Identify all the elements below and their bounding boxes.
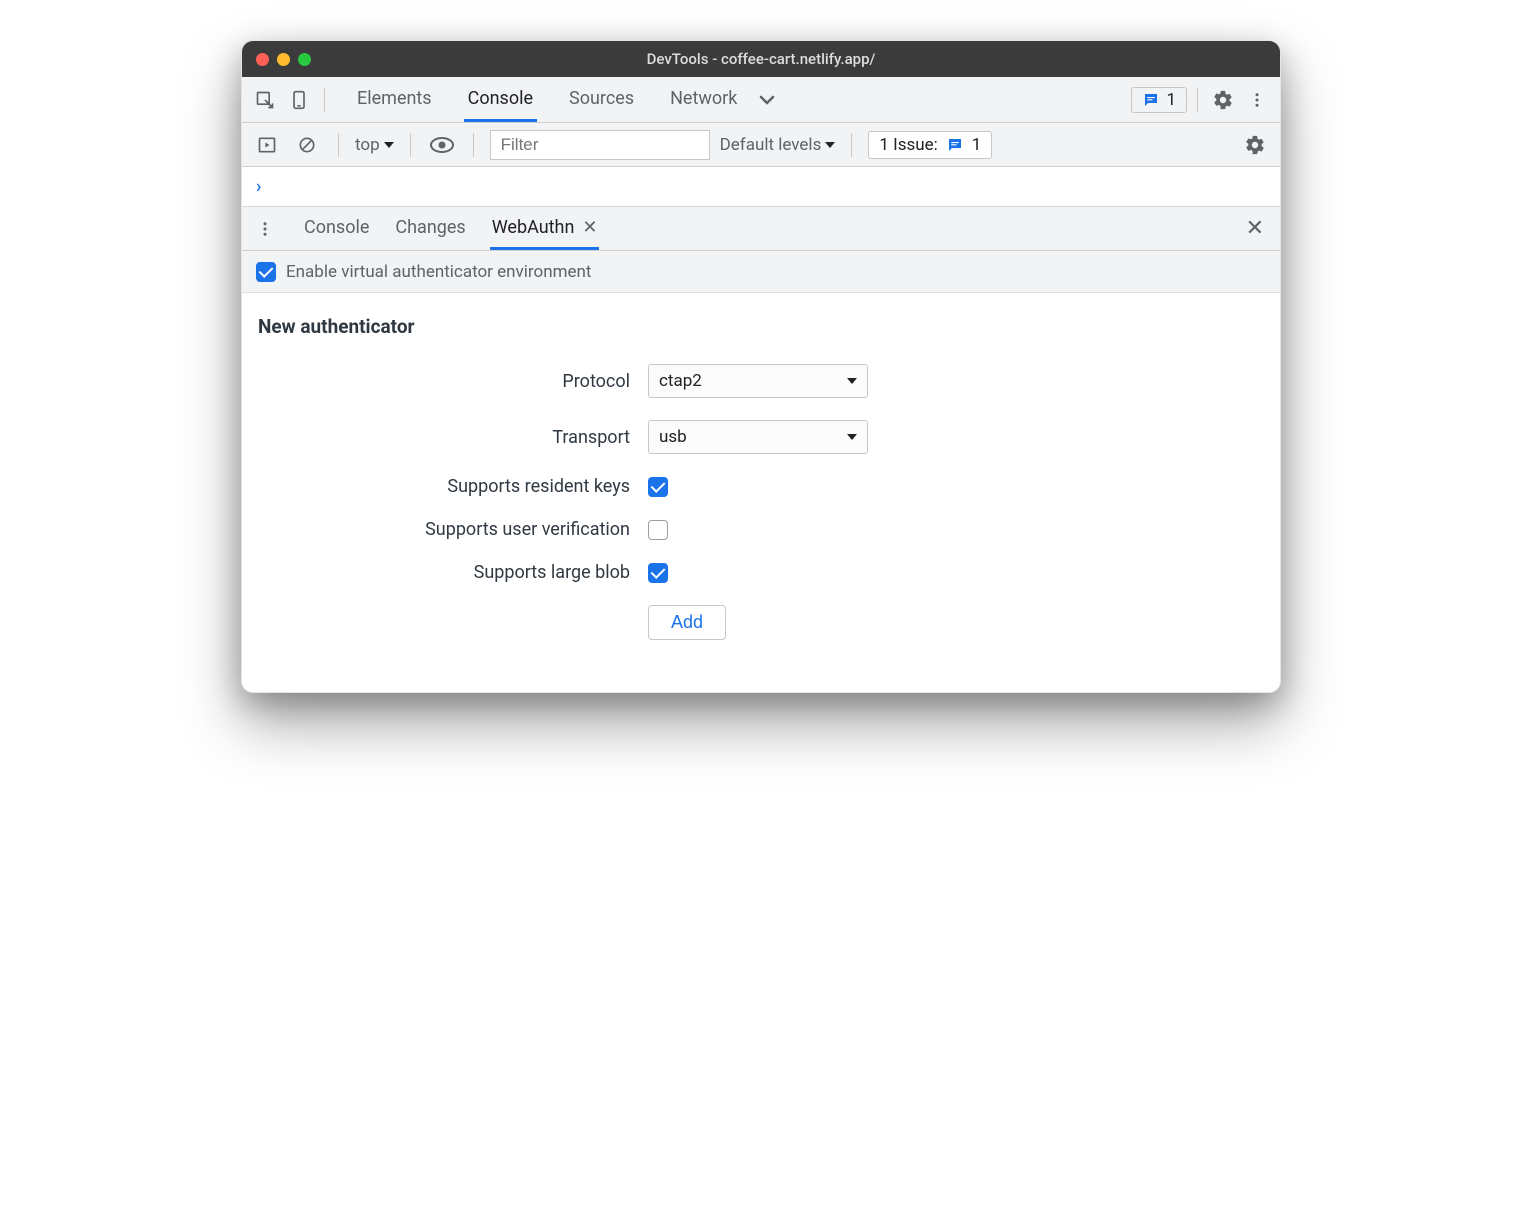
issues-badge[interactable]: 1 bbox=[1131, 87, 1187, 113]
tab-elements[interactable]: Elements bbox=[353, 77, 436, 122]
caret-down-icon bbox=[825, 142, 835, 148]
issues-chip[interactable]: 1 Issue: 1 bbox=[868, 131, 992, 159]
large-blob-row: Supports large blob bbox=[258, 562, 1264, 583]
minimize-window-button[interactable] bbox=[277, 53, 290, 66]
enable-virtual-authenticator-checkbox[interactable] bbox=[256, 262, 276, 282]
close-window-button[interactable] bbox=[256, 53, 269, 66]
chat-icon bbox=[946, 136, 964, 154]
protocol-label: Protocol bbox=[258, 371, 648, 392]
log-levels-label: Default levels bbox=[720, 135, 822, 155]
tab-sources[interactable]: Sources bbox=[565, 77, 638, 122]
user-verification-label: Supports user verification bbox=[258, 519, 648, 540]
close-tab-icon[interactable]: ✕ bbox=[582, 217, 597, 238]
enable-virtual-authenticator-label: Enable virtual authenticator environment bbox=[286, 262, 591, 282]
drawer-tabs: Console Changes WebAuthn ✕ ✕ bbox=[242, 207, 1280, 251]
user-verification-checkbox[interactable] bbox=[648, 520, 668, 540]
transport-row: Transport usb bbox=[258, 420, 1264, 454]
tab-console[interactable]: Console bbox=[464, 77, 537, 122]
issues-chip-text: 1 Issue: bbox=[879, 135, 937, 155]
drawer-tab-webauthn[interactable]: WebAuthn ✕ bbox=[490, 207, 600, 250]
add-button-row: Add bbox=[258, 605, 1264, 640]
chat-icon bbox=[1142, 91, 1160, 109]
new-authenticator-heading: New authenticator bbox=[258, 315, 1264, 338]
live-expression-icon[interactable] bbox=[427, 130, 457, 160]
inspect-element-icon[interactable] bbox=[250, 85, 280, 115]
device-toggle-icon[interactable] bbox=[284, 85, 314, 115]
webauthn-panel: New authenticator Protocol ctap2 Transpo… bbox=[242, 293, 1280, 692]
protocol-row: Protocol ctap2 bbox=[258, 364, 1264, 398]
caret-down-icon bbox=[384, 142, 394, 148]
main-tabs: Elements Console Sources Network bbox=[353, 77, 741, 122]
drawer-tab-console[interactable]: Console bbox=[302, 207, 371, 250]
console-prompt-icon: › bbox=[256, 176, 261, 197]
divider bbox=[324, 88, 325, 112]
divider bbox=[410, 133, 411, 157]
enable-virtual-authenticator-row: Enable virtual authenticator environment bbox=[242, 251, 1280, 293]
divider bbox=[851, 133, 852, 157]
toggle-sidebar-icon[interactable] bbox=[252, 130, 282, 160]
drawer-tab-webauthn-label: WebAuthn bbox=[492, 217, 575, 238]
window-title: DevTools - coffee-cart.netlify.app/ bbox=[242, 50, 1280, 68]
context-value: top bbox=[355, 135, 380, 155]
transport-label: Transport bbox=[258, 427, 648, 448]
log-levels-selector[interactable]: Default levels bbox=[720, 135, 836, 155]
large-blob-checkbox[interactable] bbox=[648, 563, 668, 583]
console-toolbar: top Default levels 1 Issue: 1 bbox=[242, 123, 1280, 167]
divider bbox=[338, 133, 339, 157]
divider bbox=[1197, 88, 1198, 112]
issues-count: 1 bbox=[1166, 90, 1176, 110]
main-toolbar: Elements Console Sources Network 1 bbox=[242, 77, 1280, 123]
tab-network[interactable]: Network bbox=[666, 77, 741, 122]
settings-icon[interactable] bbox=[1208, 85, 1238, 115]
drawer-close-icon[interactable]: ✕ bbox=[1238, 216, 1272, 241]
clear-console-icon[interactable] bbox=[292, 130, 322, 160]
more-tabs-button[interactable] bbox=[757, 93, 777, 107]
drawer-more-icon[interactable] bbox=[250, 220, 280, 238]
filter-input[interactable] bbox=[490, 130, 710, 160]
kebab-menu-icon[interactable] bbox=[1242, 85, 1272, 115]
issues-chip-count: 1 bbox=[972, 135, 982, 155]
transport-select[interactable]: usb bbox=[648, 420, 868, 454]
devtools-window: DevTools - coffee-cart.netlify.app/ Elem… bbox=[241, 40, 1281, 693]
drawer-tab-changes[interactable]: Changes bbox=[393, 207, 467, 250]
resident-keys-label: Supports resident keys bbox=[258, 476, 648, 497]
context-selector[interactable]: top bbox=[355, 135, 394, 155]
console-body[interactable]: › bbox=[242, 167, 1280, 207]
large-blob-label: Supports large blob bbox=[258, 562, 648, 583]
titlebar: DevTools - coffee-cart.netlify.app/ bbox=[242, 41, 1280, 77]
resident-keys-checkbox[interactable] bbox=[648, 477, 668, 497]
add-authenticator-button[interactable]: Add bbox=[648, 605, 726, 640]
user-verification-row: Supports user verification bbox=[258, 519, 1264, 540]
maximize-window-button[interactable] bbox=[298, 53, 311, 66]
console-settings-icon[interactable] bbox=[1240, 130, 1270, 160]
protocol-select[interactable]: ctap2 bbox=[648, 364, 868, 398]
divider bbox=[473, 133, 474, 157]
protocol-value: ctap2 bbox=[659, 371, 702, 391]
resident-keys-row: Supports resident keys bbox=[258, 476, 1264, 497]
caret-down-icon bbox=[847, 434, 857, 440]
caret-down-icon bbox=[847, 378, 857, 384]
transport-value: usb bbox=[659, 427, 687, 447]
window-controls bbox=[256, 53, 311, 66]
